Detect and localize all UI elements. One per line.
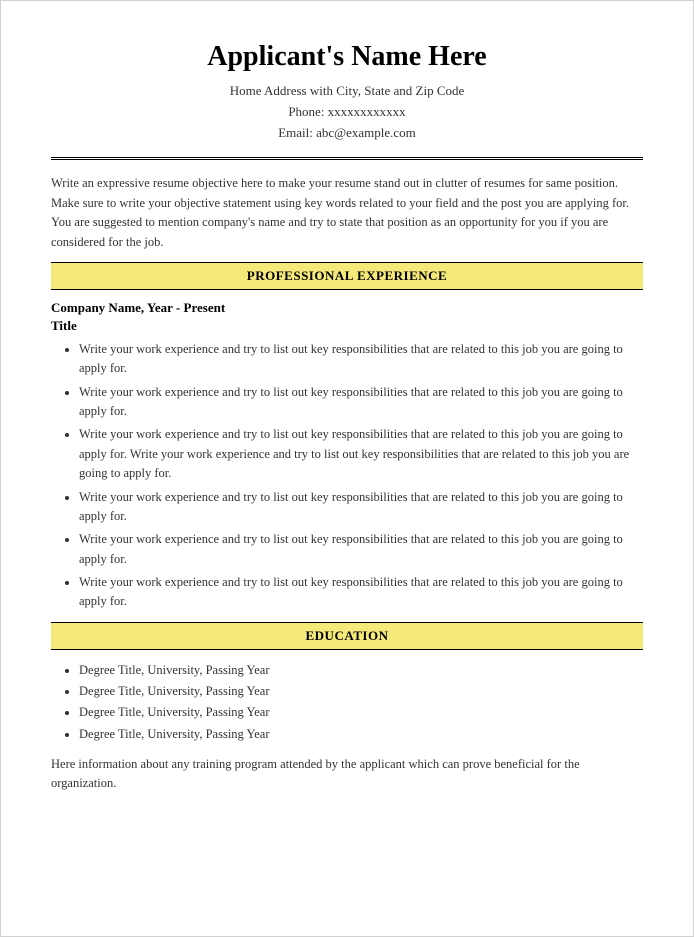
experience-item: Write your work experience and try to li… [79,425,643,483]
experience-item: Write your work experience and try to li… [79,573,643,612]
experience-list: Write your work experience and try to li… [51,340,643,612]
education-list: Degree Title, University, Passing YearDe… [51,660,643,745]
address-line: Home Address with City, State and Zip Co… [51,81,643,102]
applicant-name: Applicant's Name Here [51,41,643,73]
experience-item: Write your work experience and try to li… [79,340,643,379]
education-item: Degree Title, University, Passing Year [79,702,643,723]
experience-item: Write your work experience and try to li… [79,530,643,569]
resume-header: Applicant's Name Here Home Address with … [51,41,643,143]
phone-line: Phone: xxxxxxxxxxxx [51,102,643,123]
education-header: EDUCATION [51,622,643,650]
objective-section: Write an expressive resume objective her… [51,174,643,252]
training-info: Here information about any training prog… [51,755,643,794]
professional-experience-header: PROFESSIONAL EXPERIENCE [51,262,643,290]
job-title: Title [51,318,643,334]
header-divider [51,157,643,160]
education-item: Degree Title, University, Passing Year [79,660,643,681]
objective-text: Write an expressive resume objective her… [51,174,643,252]
email-line: Email: abc@example.com [51,123,643,144]
contact-info: Home Address with City, State and Zip Co… [51,81,643,143]
resume-page: Applicant's Name Here Home Address with … [0,0,694,937]
company-info: Company Name, Year - Present [51,300,643,316]
education-item: Degree Title, University, Passing Year [79,681,643,702]
education-item: Degree Title, University, Passing Year [79,724,643,745]
experience-item: Write your work experience and try to li… [79,488,643,527]
experience-item: Write your work experience and try to li… [79,383,643,422]
